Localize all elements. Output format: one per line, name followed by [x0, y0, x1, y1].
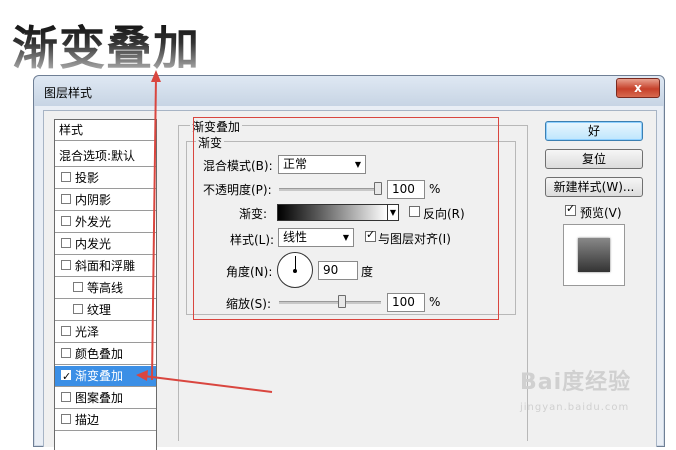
watermark-url: jingyan.baidu.com — [520, 402, 630, 413]
watermark-brand: Bai度经验 — [520, 370, 632, 395]
